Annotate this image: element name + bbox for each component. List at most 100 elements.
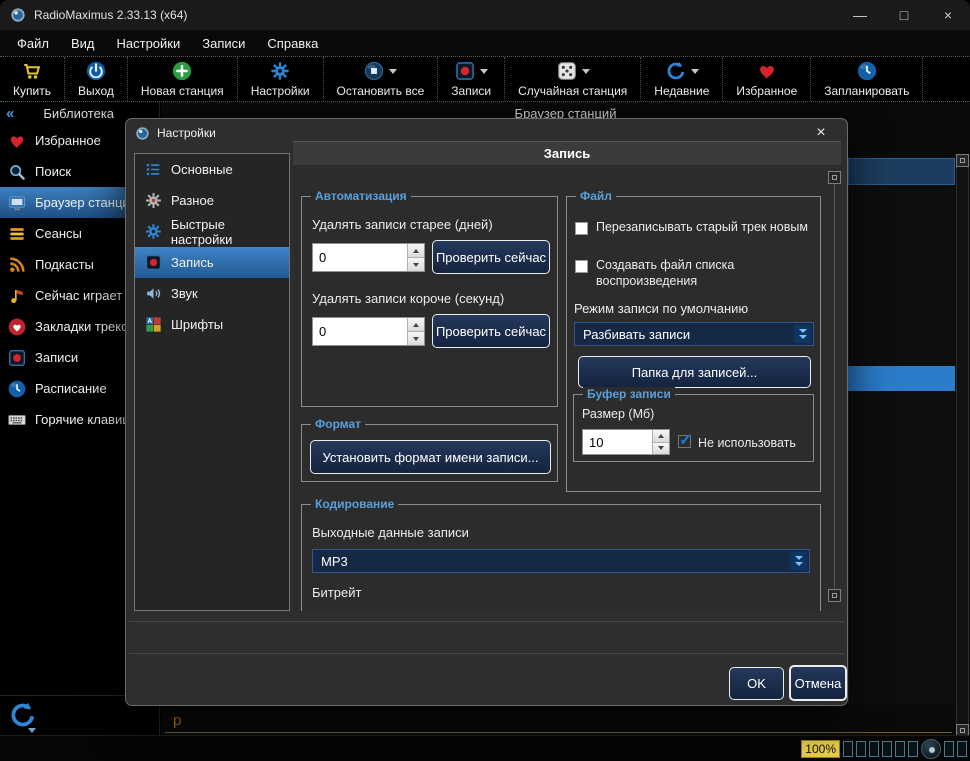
dropdown-arrow-icon	[690, 68, 699, 74]
tab-misc[interactable]: Разное	[135, 185, 289, 216]
toolbar-schedule[interactable]: Запланировать	[811, 57, 924, 101]
default-mode-label: Режим записи по умолчанию	[574, 301, 749, 316]
group-title: Формат	[311, 417, 366, 431]
dice-icon	[556, 60, 578, 82]
tab-fonts[interactable]: Шрифты	[135, 309, 289, 340]
recordings-folder-button[interactable]: Папка для записей...	[578, 356, 811, 388]
group-encoding: Кодирование Выходные данные записи MP3 Б…	[301, 497, 821, 611]
spin-up-button[interactable]	[653, 430, 669, 443]
output-data-label: Выходные данные записи	[312, 525, 469, 540]
tab-label: Шрифты	[171, 317, 224, 332]
toolbar-stop-all-label: Остановить все	[336, 84, 425, 98]
level-meter-cell	[957, 740, 967, 757]
page-title: Запись	[293, 141, 841, 165]
toolbar-recent[interactable]: Недавние	[641, 57, 724, 101]
station-list-selected-row[interactable]	[848, 366, 955, 391]
level-meter-cell	[869, 740, 879, 757]
tab-quick-settings[interactable]: Быстрые настройки	[135, 216, 289, 247]
dropdown-arrow-icon	[581, 68, 590, 74]
toolbar-new-station[interactable]: Новая станция	[128, 57, 238, 101]
scroll-up-button[interactable]	[828, 171, 841, 184]
toolbar-schedule-label: Запланировать	[824, 84, 910, 98]
dialog-separator	[129, 653, 844, 654]
add-icon	[171, 60, 193, 82]
spin-up-button[interactable]	[408, 244, 424, 258]
window-titlebar: RadioMaximus 2.33.13 (x64)	[0, 0, 970, 30]
app-logo-icon	[135, 126, 150, 141]
dialog-vertical-scrollbar[interactable]	[828, 171, 841, 603]
gear-icon	[144, 191, 163, 210]
sidebar-collapse-button[interactable]: «	[0, 105, 20, 122]
delete-older-input[interactable]	[313, 244, 407, 271]
overwrite-checkbox-label: Перезаписывать старый трек новым	[596, 220, 808, 234]
spin-up-button[interactable]	[408, 318, 424, 332]
spin-down-button[interactable]	[408, 258, 424, 271]
dialog-title: Настройки	[157, 126, 216, 140]
menu-view[interactable]: Вид	[60, 32, 106, 55]
tab-label: Основные	[171, 162, 233, 177]
checkmark-icon: ✓	[679, 432, 693, 449]
scroll-up-button[interactable]	[956, 154, 969, 167]
group-title: Буфер записи	[583, 387, 675, 401]
toolbar-recordings-label: Записи	[451, 84, 492, 98]
buffer-disable-checkbox[interactable]: ✓	[678, 432, 692, 449]
tab-recording[interactable]: Запись	[135, 247, 289, 278]
close-button[interactable]: ×	[926, 0, 970, 30]
tab-general[interactable]: Основные	[135, 154, 289, 185]
spinner-buttons	[652, 430, 669, 454]
refresh-icon[interactable]	[8, 700, 38, 730]
spinner-buttons	[407, 244, 424, 271]
menu-file[interactable]: Файл	[6, 32, 60, 55]
dropdown-arrow-icon	[389, 68, 398, 74]
ok-button[interactable]: OK	[729, 667, 784, 700]
toolbar-buy[interactable]: Купить	[0, 57, 65, 101]
set-name-format-button[interactable]: Установить формат имени записи...	[310, 440, 551, 474]
buffer-size-input[interactable]	[583, 430, 652, 454]
toolbar-buy-label: Купить	[13, 84, 51, 98]
app-logo-icon	[10, 7, 26, 23]
main-vertical-scrollbar[interactable]	[956, 154, 969, 737]
gear-icon	[144, 222, 163, 241]
overwrite-checkbox[interactable]	[575, 222, 588, 235]
buffer-size-label: Размер (Мб)	[582, 407, 655, 421]
heart-icon	[756, 60, 778, 82]
spin-down-button[interactable]	[653, 442, 669, 454]
minimize-button[interactable]: —	[838, 0, 882, 30]
spin-down-button[interactable]	[408, 332, 424, 345]
output-format-dropdown[interactable]: MP3	[312, 549, 810, 573]
playlist-checkbox-label: Создавать файл списка воспроизведения	[596, 258, 735, 289]
level-meter-cell	[882, 740, 892, 757]
station-list-column-header[interactable]	[848, 158, 955, 185]
menu-recordings[interactable]: Записи	[191, 32, 256, 55]
delete-older-spinner	[312, 243, 425, 272]
fonts-icon	[144, 315, 163, 334]
tab-sound[interactable]: Звук	[135, 278, 289, 309]
check-now-button-1[interactable]: Проверить сейчас	[432, 240, 550, 274]
check-now-button-2[interactable]: Проверить сейчас	[432, 314, 550, 348]
clock-icon	[856, 60, 878, 82]
playlist-checkbox[interactable]	[575, 260, 588, 273]
output-format-value: MP3	[321, 553, 348, 569]
toolbar-recordings[interactable]: Записи	[438, 57, 506, 101]
dropdown-arrow-icon[interactable]	[28, 728, 36, 733]
track-heart-icon	[7, 317, 27, 337]
status-circle-button[interactable]	[921, 738, 941, 759]
sidebar-item-label: Сейчас играет	[35, 288, 123, 303]
sidebar-item-label: Браузер станций	[35, 195, 137, 210]
scroll-down-button[interactable]	[828, 589, 841, 602]
menu-help[interactable]: Справка	[256, 32, 329, 55]
toolbar-stop-all[interactable]: Остановить все	[324, 57, 439, 101]
toolbar-favorites[interactable]: Избранное	[723, 57, 812, 101]
cancel-button[interactable]: Отмена	[789, 665, 847, 701]
level-meter-cell	[856, 740, 866, 757]
toolbar-settings[interactable]: Настройки	[238, 57, 324, 101]
toolbar-random-station[interactable]: Случайная станция	[505, 57, 642, 101]
toolbar-recent-label: Недавние	[654, 84, 710, 98]
toolbar-exit[interactable]: Выход	[65, 57, 128, 101]
menu-settings[interactable]: Настройки	[106, 32, 192, 55]
default-mode-dropdown[interactable]: Разбивать записи	[574, 322, 814, 346]
maximize-button[interactable]: □	[882, 0, 926, 30]
delete-shorter-input[interactable]	[313, 318, 407, 345]
tab-label: Запись	[171, 255, 214, 270]
scroll-track[interactable]	[834, 184, 835, 590]
